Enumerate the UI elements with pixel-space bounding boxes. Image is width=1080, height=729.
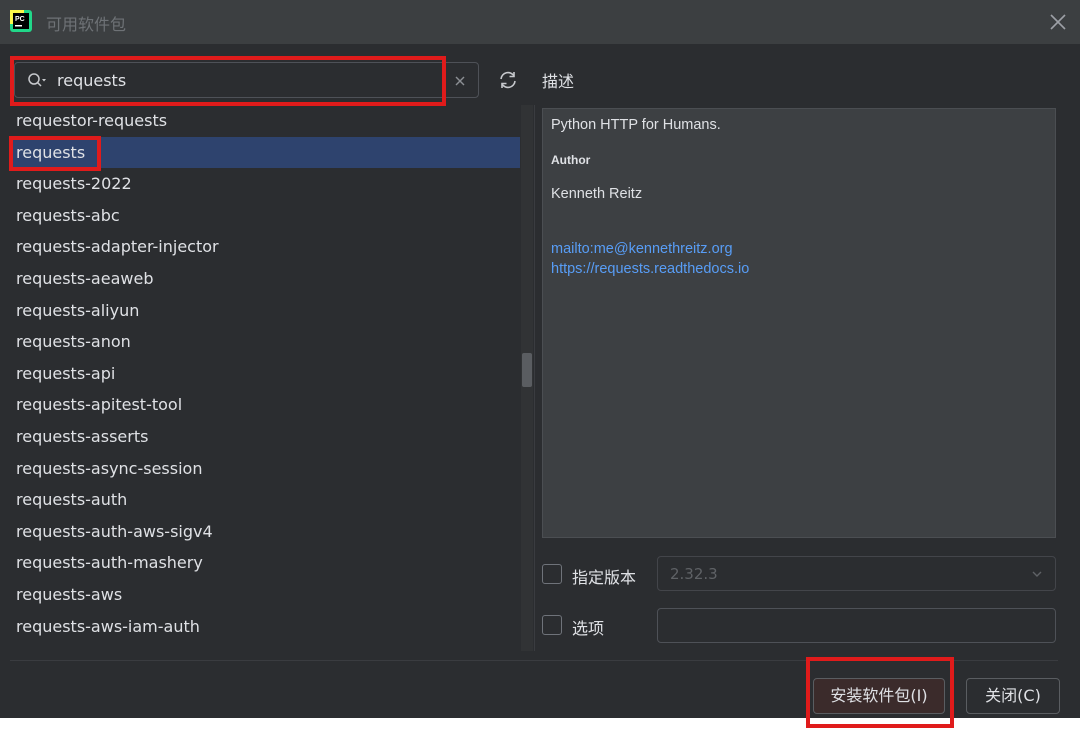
options-checkbox[interactable] <box>542 615 562 635</box>
options-input[interactable] <box>657 608 1056 643</box>
package-list-items: requestor-requests requests requests-2022 r… <box>10 105 520 642</box>
available-packages-dialog: PC 可用软件包 requestor-requestsrequestsreque… <box>0 0 1080 728</box>
author-email-link[interactable]: mailto:me@kennethreitz.org <box>551 241 733 257</box>
title-bar: PC 可用软件包 <box>0 0 1080 44</box>
package-list-item[interactable]: requests-aws <box>10 579 520 611</box>
package-list-item[interactable]: requests <box>10 136 520 169</box>
package-list-item[interactable]: requests-auth <box>10 484 520 516</box>
search-icon[interactable] <box>27 72 47 90</box>
package-list-item[interactable]: requests-aeaweb <box>10 263 520 295</box>
package-list-item[interactable]: requests-aliyun <box>10 295 520 327</box>
pycharm-icon: PC <box>10 10 32 32</box>
package-summary: Python HTTP for Humans. <box>551 117 721 133</box>
search-box <box>14 62 479 98</box>
chevron-down-icon <box>1032 571 1042 577</box>
package-list-item[interactable]: requests-auth-aws-sigv4 <box>10 516 520 548</box>
close-button[interactable]: 关闭(C) <box>966 678 1060 714</box>
package-list-item[interactable]: requests-api <box>10 358 520 390</box>
clear-icon[interactable] <box>451 72 469 90</box>
svg-text:PC: PC <box>15 16 25 23</box>
specify-version-checkbox[interactable] <box>542 564 562 584</box>
package-list-item[interactable]: requests-aws-iam-auth <box>10 611 520 643</box>
specify-version-label: 指定版本 <box>572 568 637 587</box>
author-heading: Author <box>551 153 591 167</box>
package-list-item[interactable]: requests-asserts <box>10 421 520 453</box>
version-value: 2.32.3 <box>670 565 718 583</box>
homepage-link[interactable]: https://requests.readthedocs.io <box>551 261 749 277</box>
package-list-item[interactable]: requests-adapter-injector <box>10 231 520 263</box>
package-list-item[interactable]: requestor-requests <box>10 105 520 137</box>
close-icon[interactable] <box>1046 10 1070 34</box>
footer-divider <box>10 660 1058 661</box>
package-list-item[interactable]: requests-async-session <box>10 453 520 485</box>
description-label: 描述 <box>542 72 575 91</box>
list-scrollbar[interactable] <box>521 105 533 651</box>
package-list-item[interactable]: requests-abc <box>10 200 520 232</box>
search-input[interactable] <box>57 67 447 93</box>
description-panel: Python HTTP for Humans. Author Kenneth R… <box>542 108 1056 538</box>
install-package-button[interactable]: 安装软件包(I) <box>813 678 945 714</box>
package-list-item[interactable]: requests-auth-mashery <box>10 547 520 579</box>
package-list-item[interactable]: requests-apitest-tool <box>10 389 520 421</box>
package-list-item[interactable]: requests-2022 <box>10 168 520 200</box>
refresh-icon[interactable] <box>496 68 520 92</box>
package-list[interactable]: requestor-requests requests requests-2022 r… <box>10 105 534 651</box>
window-title: 可用软件包 <box>46 15 127 34</box>
package-list-item[interactable]: requests-anon <box>10 326 520 358</box>
author-name: Kenneth Reitz <box>551 186 643 202</box>
options-label: 选项 <box>572 619 605 638</box>
scrollbar-thumb[interactable] <box>522 353 532 387</box>
list-divider <box>534 105 535 651</box>
version-dropdown[interactable]: 2.32.3 <box>657 556 1056 591</box>
